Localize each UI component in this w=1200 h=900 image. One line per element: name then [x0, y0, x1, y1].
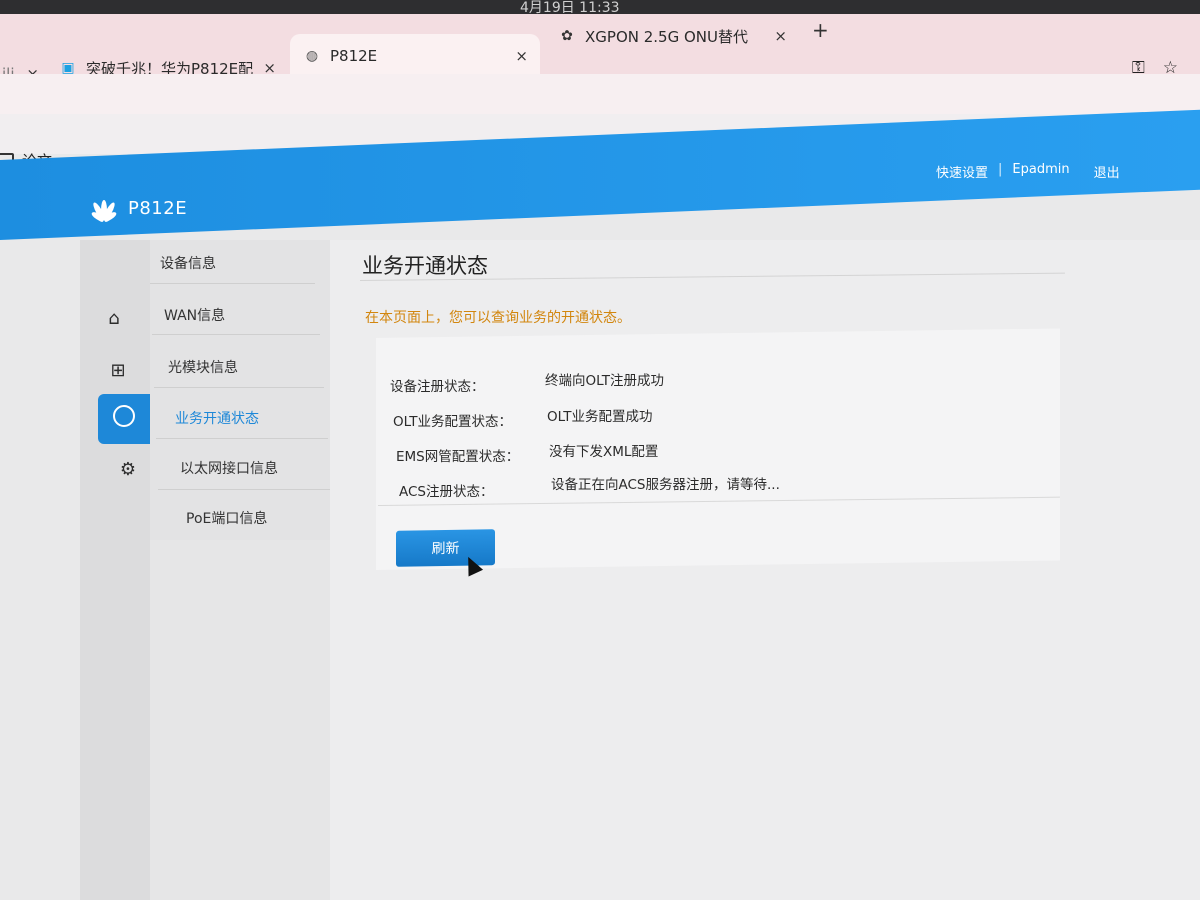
medical-box-icon[interactable]: ⊞	[106, 358, 130, 382]
browser-tab-3-active[interactable]: ◍ P812E ×	[290, 34, 540, 78]
menu-item-device-info[interactable]: 设备信息	[160, 253, 216, 273]
brand-name: P812E	[128, 197, 188, 219]
home-icon[interactable]: ⌂	[102, 306, 126, 330]
brand-logo: P812E	[86, 196, 188, 223]
star-icon[interactable]: ☆	[1163, 58, 1178, 78]
menu-divider	[156, 438, 328, 439]
menu-item-service-status[interactable]: 业务开通状态	[175, 408, 259, 428]
menu-divider	[152, 334, 320, 335]
new-tab-button[interactable]: +	[812, 18, 829, 42]
menu-item-ethernet-info[interactable]: 以太网接口信息	[180, 458, 278, 478]
status-label-acs: ACS注册状态：	[399, 484, 494, 500]
gear-icon[interactable]: ⚙	[116, 457, 140, 481]
quick-setup-link[interactable]: 快速设置	[936, 162, 988, 181]
page-title: 业务开通状态	[362, 254, 488, 278]
user-link[interactable]: Epadmin	[1012, 162, 1069, 181]
omnibox-icons: ⚿ ☆	[1132, 58, 1178, 78]
status-value-ems-config: 没有下发XML配置	[549, 444, 659, 460]
menu-divider	[154, 387, 324, 388]
os-top-bar: 4月19日 11:33	[0, 0, 1200, 16]
status-label-olt-config: OLT业务配置状态：	[393, 414, 513, 430]
key-icon[interactable]: ⚿	[1132, 58, 1145, 78]
status-gauge-icon[interactable]	[113, 405, 135, 427]
page-description: 在本页面上，您可以查询业务的开通状态。	[365, 310, 631, 326]
openai-icon: ✿	[561, 28, 573, 44]
menu-divider	[158, 489, 332, 490]
close-icon[interactable]: ×	[515, 47, 528, 65]
menu-divider	[150, 283, 315, 284]
logout-link[interactable]: 退出	[1094, 162, 1120, 181]
status-value-olt-config: OLT业务配置成功	[547, 409, 653, 425]
huawei-logo-icon	[86, 196, 122, 223]
tab-title: P812E	[330, 47, 378, 65]
address-bar-area	[0, 74, 1200, 114]
refresh-button[interactable]: 刷新	[396, 529, 495, 567]
status-value-registration: 终端向OLT注册成功	[545, 373, 665, 389]
tab-title: XGPON 2.5G ONU替代	[585, 27, 748, 46]
menu-item-poe-info[interactable]: PoE端口信息	[186, 508, 267, 528]
close-icon[interactable]: ×	[774, 27, 787, 45]
header-separator: |	[998, 162, 1003, 177]
submenu	[150, 240, 330, 540]
header-links: 快速设置 | Epadmin 退出	[936, 162, 1120, 181]
status-label-ems-config: EMS网管配置状态：	[396, 449, 520, 465]
status-value-acs: 设备正在向ACS服务器注册，请等待...	[551, 477, 780, 493]
menu-item-wan-info[interactable]: WAN信息	[164, 305, 225, 325]
browser-tab-4[interactable]: ✿ XGPON 2.5G ONU替代 ×	[545, 14, 805, 58]
status-label-registration: 设备注册状态：	[390, 379, 485, 395]
sidebar-filler	[150, 540, 360, 900]
menu-item-optical-module[interactable]: 光模块信息	[168, 357, 238, 377]
globe-icon: ◍	[305, 48, 319, 64]
icon-rail	[80, 240, 150, 900]
